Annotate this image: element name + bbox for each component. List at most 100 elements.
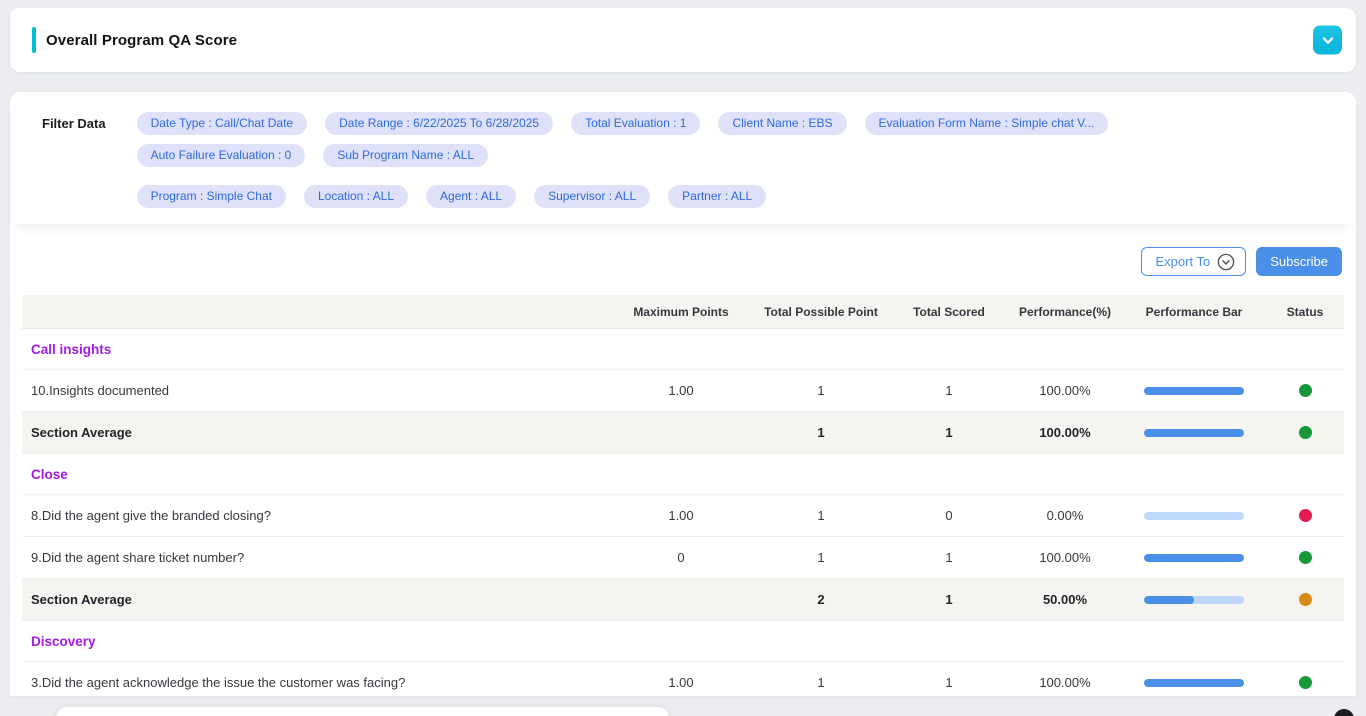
main-panel: Filter Data Date Type : Call/Chat DateDa… [10,92,1356,696]
section-average-row: Section Average 2150.00% [22,579,1344,621]
total-possible-point-value: 2 [752,592,890,607]
status-indicator-red [1299,509,1312,522]
chevron-down-icon [1321,33,1335,47]
title-accent-bar [32,27,36,53]
performance-pct-value: 50.00% [1008,592,1122,607]
question-label: Section Average [22,425,610,440]
maximum-points-value: 1.00 [610,508,752,523]
performance-pct-value: 100.00% [1008,550,1122,565]
performance-bar-track [1144,387,1244,395]
status-cell [1266,551,1344,564]
filter-chip[interactable]: Agent : ALL [426,185,516,208]
section-title: Close [22,467,1344,482]
total-scored-value: 1 [890,675,1008,690]
section-average-row: Section Average11100.00% [22,412,1344,454]
performance-bar [1122,387,1266,395]
performance-pct-value: 100.00% [1008,383,1122,398]
chevron-down-circle-icon [1217,253,1235,271]
performance-bar-track [1144,679,1244,687]
question-label: 10.Insights documented [22,383,610,398]
col-header-performance-pct: Performance(%) [1008,305,1122,319]
filter-chip[interactable]: Date Type : Call/Chat Date [137,112,308,135]
table-header-row: Maximum Points Total Possible Point Tota… [22,295,1344,329]
filter-chip[interactable]: Location : ALL [304,185,408,208]
filter-chip[interactable]: Total Evaluation : 1 [571,112,700,135]
performance-bar [1122,554,1266,562]
floating-button-partial[interactable] [1334,709,1354,716]
status-cell [1266,509,1344,522]
export-button-label: Export To [1156,254,1211,269]
table-row: 3.Did the agent acknowledge the issue th… [22,662,1344,704]
status-cell [1266,384,1344,397]
filter-chip[interactable]: Partner : ALL [668,185,766,208]
bottom-popup [55,706,670,716]
col-header-total-scored: Total Scored [890,305,1008,319]
maximum-points-value: 1.00 [610,383,752,398]
question-label: 8.Did the agent give the branded closing… [22,508,610,523]
page-title: Overall Program QA Score [46,32,237,49]
status-indicator-green [1299,676,1312,689]
performance-bar [1122,429,1266,437]
performance-bar-track [1144,429,1244,437]
status-indicator-orange [1299,593,1312,606]
performance-bar-fill [1144,679,1244,687]
table-row: 9.Did the agent share ticket number?0111… [22,537,1344,579]
col-header-total-possible-point: Total Possible Point [752,305,890,319]
total-possible-point-value: 1 [752,383,890,398]
total-scored-value: 1 [890,592,1008,607]
status-cell [1266,426,1344,439]
status-indicator-green [1299,384,1312,397]
qa-score-table: Maximum Points Total Possible Point Tota… [22,295,1344,716]
performance-pct-value: 100.00% [1008,425,1122,440]
filter-chip[interactable]: Evaluation Form Name : Simple chat V... [865,112,1109,135]
section-header-row: Close [22,454,1344,495]
total-scored-value: 0 [890,508,1008,523]
total-possible-point-value: 1 [752,425,890,440]
toolbar: Export To Subscribe [10,224,1356,276]
performance-bar [1122,596,1266,604]
performance-pct-value: 0.00% [1008,508,1122,523]
question-label: 9.Did the agent share ticket number? [22,550,610,565]
question-label: Section Average [22,592,610,607]
table-row: 10.Insights documented1.0011100.00% [22,370,1344,412]
total-possible-point-value: 1 [752,508,890,523]
performance-bar-track [1144,512,1244,520]
maximum-points-value: 1.00 [610,675,752,690]
col-header-status: Status [1266,305,1344,319]
performance-bar-fill [1144,596,1194,604]
filter-section: Filter Data Date Type : Call/Chat DateDa… [10,92,1356,224]
filter-chip-list: Date Type : Call/Chat Date Date Range : 6… [137,112,1336,208]
question-label: 3.Did the agent acknowledge the issue th… [22,675,610,690]
total-possible-point-value: 1 [752,550,890,565]
performance-bar [1122,679,1266,687]
total-scored-value: 1 [890,550,1008,565]
subscribe-button[interactable]: Subscribe [1256,247,1342,276]
section-title: Call insights [22,342,1344,357]
total-possible-point-value: 1 [752,675,890,690]
section-header-row: Discovery [22,621,1344,662]
table-row: 8.Did the agent give the branded closing… [22,495,1344,537]
filter-chip[interactable]: Program : Simple Chat [137,185,286,208]
filter-chip[interactable]: Supervisor : ALL [534,185,650,208]
section-title: Discovery [22,634,1344,649]
performance-bar-fill [1144,387,1244,395]
export-button[interactable]: Export To [1141,247,1247,276]
filter-chip[interactable]: Client Name : EBS [718,112,846,135]
header-card: Overall Program QA Score [10,8,1356,72]
col-header-maximum-points: Maximum Points [610,305,752,319]
performance-bar-fill [1144,554,1244,562]
performance-bar [1122,512,1266,520]
filter-chip[interactable]: Sub Program Name : ALL [323,144,488,167]
status-cell [1266,593,1344,606]
filter-chip[interactable]: Date Range : 6/22/2025 To 6/28/2025 [325,112,553,135]
performance-bar-track [1144,596,1244,604]
status-cell [1266,676,1344,689]
filter-chip[interactable]: Auto Failure Evaluation : 0 [137,144,306,167]
status-indicator-green [1299,551,1312,564]
maximum-points-value: 0 [610,550,752,565]
section-header-row: Call insights [22,329,1344,370]
collapse-button[interactable] [1313,26,1342,55]
filter-data-label: Filter Data [42,112,106,131]
performance-bar-fill [1144,429,1244,437]
qa-table-body: Call insights10.Insights documented1.001… [22,329,1344,716]
